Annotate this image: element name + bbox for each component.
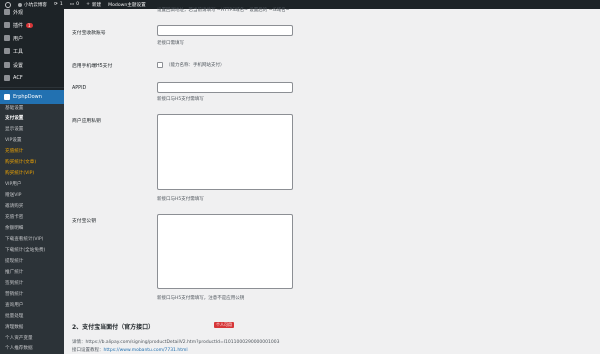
public-key-desc: 新接口与H5支付需填写，注意不是应用公钥 <box>157 296 245 301</box>
submenu-item[interactable]: 推广统计 <box>5 269 23 275</box>
plugins-update-badge: 1 <box>26 22 33 28</box>
menu-plugins[interactable]: 插件 1 <box>0 19 64 31</box>
admin-sidebar: 外观 插件 1 用户 工具 设置 ACF ErphpDown 基础设置 支付设置… <box>0 9 64 354</box>
menu-acf[interactable]: ACF <box>0 72 64 84</box>
submenu-item[interactable]: 提现统计 <box>5 258 23 264</box>
users-icon <box>4 35 10 41</box>
private-key-desc: 新接口与H5支付需填写 <box>157 197 204 202</box>
public-key-label: 支付宝公钥 <box>72 219 96 224</box>
cut-off-description: 设置回调地址，若当前请填写 ~HTTPS域名~ 设置后的 ~IS域名~ <box>157 8 290 13</box>
submenu-item[interactable]: 下载查看统计(VIP) <box>5 236 43 242</box>
submenu-item[interactable]: VIP用户 <box>5 181 21 187</box>
appid-input[interactable] <box>157 82 293 93</box>
comments-count: 0 <box>76 2 80 7</box>
mobile-h5-checkbox[interactable] <box>157 62 163 68</box>
submenu-item[interactable]: 充值卡密 <box>5 214 23 220</box>
plus-icon: + <box>86 2 90 7</box>
submenu-item[interactable]: 清理数据 <box>5 324 23 330</box>
submenu-item[interactable]: VIP设置 <box>5 137 21 143</box>
wrench-icon <box>4 48 10 54</box>
submenu-item[interactable]: 下载统计(全站免费) <box>5 247 45 253</box>
new-label: 新建 <box>91 2 102 8</box>
tutorial-label: 接口设置教程： <box>72 348 104 353</box>
menu-label: ACF <box>13 75 23 81</box>
menu-label: ErphpDown <box>13 94 42 100</box>
acf-icon <box>4 75 10 81</box>
submenu-item[interactable]: 个人资产变量 <box>5 335 33 341</box>
submenu-item[interactable]: 购买统计(VIP) <box>5 170 34 176</box>
public-key-textarea[interactable] <box>157 214 293 289</box>
mobile-h5-desc: （能力名称：手机网站支付） <box>166 63 225 68</box>
plugins-icon <box>4 22 10 28</box>
appearance-icon <box>4 9 10 15</box>
new-content-link[interactable]: + 新建 <box>86 2 101 8</box>
settings-icon <box>4 62 10 68</box>
submenu-item[interactable]: 赠送VIP <box>5 192 21 198</box>
submenu-item[interactable]: 查询用户 <box>5 302 23 308</box>
account-input[interactable] <box>157 25 293 36</box>
menu-separator <box>0 87 64 88</box>
submenu-item-current[interactable]: 支付设置 <box>5 115 23 121</box>
detail-line: 详情：https://b.alipay.com/signing/productD… <box>72 339 279 345</box>
private-key-label: 商户应用私钥 <box>72 119 101 124</box>
menu-settings[interactable]: 设置 <box>0 59 64 71</box>
submenu-item[interactable]: 充值统计 <box>5 148 23 154</box>
erphpdown-submenu: 基础设置 支付设置 显示设置 VIP设置 充值统计 购买统计(文章) 购买统计(… <box>0 104 64 354</box>
menu-tools[interactable]: 工具 <box>0 45 64 57</box>
detail-label: 详情： <box>72 340 86 345</box>
menu-users[interactable]: 用户 <box>0 32 64 44</box>
appid-desc: 新接口与H5支付需填写 <box>157 97 204 102</box>
erphpdown-icon <box>4 94 10 100</box>
submenu-item[interactable]: 批量处理 <box>5 313 23 319</box>
tutorial-link[interactable]: https://www.mobantu.com/7731.html <box>104 348 188 353</box>
account-desc: 老接口需填写 <box>157 41 184 46</box>
menu-label: 外观 <box>13 9 24 16</box>
appid-label: APPID <box>72 86 87 91</box>
menu-label: 用户 <box>13 35 24 42</box>
submenu-item[interactable]: 余额明细 <box>5 225 23 231</box>
submenu-item[interactable]: 营销统计 <box>5 291 23 297</box>
submenu-item[interactable]: 基础设置 <box>5 105 23 111</box>
submenu-item[interactable]: 显示设置 <box>5 126 23 132</box>
mobile-h5-label: 启用手机端H5支付 <box>72 64 113 69</box>
section-tag: 个人可用 <box>214 322 234 328</box>
menu-label: 工具 <box>13 48 24 55</box>
section-title: 2、支付宝当面付（官方接口） <box>72 324 155 331</box>
submenu-item[interactable]: 邀请购买 <box>5 203 23 209</box>
detail-url: https://b.alipay.com/signing/productDeta… <box>85 340 280 345</box>
tutorial-line: 接口设置教程：https://www.mobantu.com/7731.html <box>72 347 188 353</box>
comments-icon: ▭ <box>69 2 75 7</box>
menu-label: 设置 <box>13 62 24 69</box>
theme-settings-label: Modown主题设置 <box>108 2 146 8</box>
account-label: 支付宝收款账号 <box>72 31 106 36</box>
theme-settings-link[interactable]: Modown主题设置 <box>108 2 146 8</box>
submenu-item[interactable]: 个人推荐数据 <box>5 345 33 351</box>
admin-bar: 小坑云博客 ⟳ 1 ▭ 0 + 新建 Modown主题设置 <box>0 0 600 9</box>
menu-label: 插件 <box>13 22 24 29</box>
menu-erphpdown[interactable]: ErphpDown <box>0 90 64 104</box>
submenu-item[interactable]: 签到统计 <box>5 280 23 286</box>
comments-link[interactable]: ▭ 0 <box>70 2 79 7</box>
private-key-textarea[interactable] <box>157 114 293 190</box>
settings-form: 设置回调地址，若当前请填写 ~HTTPS域名~ 设置后的 ~IS域名~ 支付宝收… <box>64 8 600 354</box>
menu-appearance[interactable]: 外观 <box>0 6 64 18</box>
submenu-item[interactable]: 购买统计(文章) <box>5 159 36 165</box>
